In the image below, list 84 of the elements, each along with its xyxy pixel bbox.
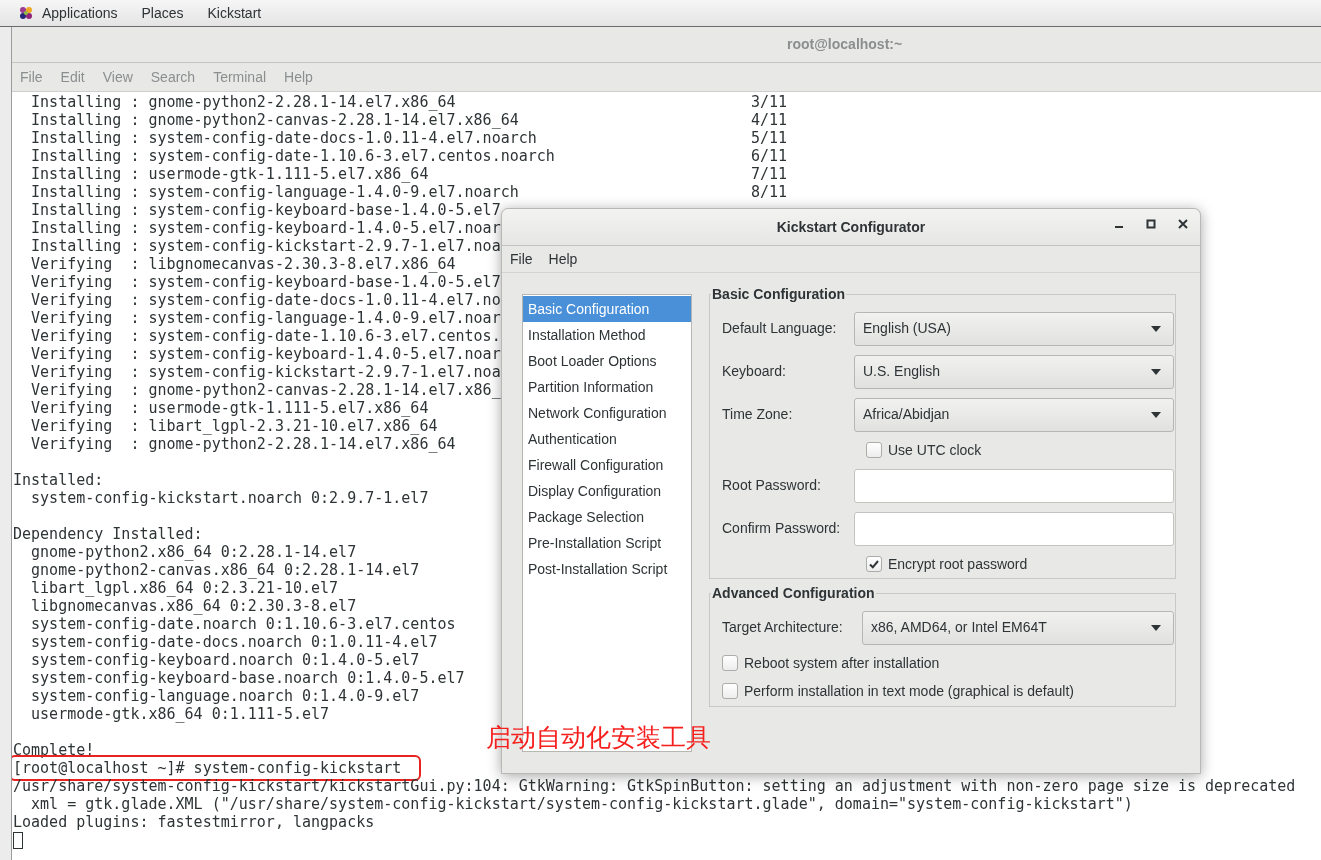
terminal-line: system-config-keyboard-base.noarch 0:1.4.0-5.el7: [30, 669, 465, 687]
terminal-line: Installing : system-config-kickstart-2.9.7-1.el7.noa: [30, 237, 501, 255]
terminal-line: Complete!: [13, 741, 95, 759]
sidebar-item[interactable]: Package Selection: [523, 504, 691, 530]
terminal-line: Verifying : system-config-keyboard-1.4.0-5.el7.noar: [30, 345, 501, 363]
caret-icon: [1151, 624, 1161, 631]
sidebar-item[interactable]: Installation Method: [523, 322, 691, 348]
terminal-line: usermode-gtk.x86_64 0:1.111-5.el7: [30, 705, 330, 723]
terminal-line: Verifying : gnome-python2-canvas-2.28.1-14.el7.x86_: [30, 381, 501, 399]
window-title: Kickstart Configurator: [776, 217, 926, 237]
terminal-line: Verifying : libgnomecanvas-2.30.3-8.el7.x86_64: [30, 255, 456, 273]
terminal-line: system-config-kickstart.noarch 0:2.9.7-1.el7: [30, 489, 429, 507]
terminal-line: Verifying : system-config-date-1.10.6-3.el7.centos.: [30, 327, 501, 345]
checkbox[interactable]: [866, 442, 882, 458]
terminal-line: system-config-date-docs.noarch 0:1.0.11-4.el7: [30, 633, 438, 651]
terminal-line: Installing : system-config-keyboard-1.4.0-5.el7.noar: [30, 219, 501, 237]
terminal-line: libart_lgpl.x86_64 0:2.3.21-10.el7: [30, 579, 339, 597]
terminal-line: Installing : system-config-date-docs-1.0.11-4.el7.noarch: [30, 129, 537, 147]
terminal-line: Loaded plugins: fastestmirror, langpacks: [13, 813, 375, 831]
sidebar-item[interactable]: Boot Loader Options: [523, 348, 691, 374]
checkmark-icon: [868, 558, 880, 570]
password-field[interactable]: [854, 468, 1174, 503]
terminal-line: Installed:: [13, 471, 104, 489]
terminal-line: gnome-python2-canvas.x86_64 0:2.28.1-14.el7: [30, 561, 420, 579]
flower-logo-icon: [18, 5, 34, 21]
caret-icon: [1151, 368, 1161, 375]
sidebar-item[interactable]: Display Configuration: [523, 478, 691, 504]
annotation-text: 启动自动化安装工具: [486, 722, 711, 754]
terminal-line: Verifying : system-config-kickstart-2.9.7-1.el7.noa: [30, 363, 501, 381]
dropdown[interactable]: U.S. English: [854, 354, 1174, 389]
sidebar-item[interactable]: Authentication: [523, 426, 691, 452]
dropdown[interactable]: English (USA): [854, 311, 1174, 346]
terminal-line: Verifying : gnome-python2-2.28.1-14.el7.x86_64: [30, 435, 456, 453]
field-label: Default Language:: [722, 319, 838, 338]
terminal-line: libgnomecanvas.x86_64 0:2.30.3-8.el7: [30, 597, 357, 615]
sidebar-item[interactable]: Pre-Installation Script: [523, 530, 691, 556]
field-label: Time Zone:: [722, 405, 794, 424]
terminal-line: Installing : system-config-keyboard-base-1.4.0-5.el7: [30, 201, 501, 219]
checkbox[interactable]: [722, 683, 738, 699]
checkbox-label: Use UTC clock: [888, 440, 982, 460]
terminal-line: system-config-keyboard.noarch 0:1.4.0-5.el7: [30, 651, 420, 669]
terminal-line: Dependency Installed:: [13, 525, 203, 543]
close-icon[interactable]: [1178, 219, 1188, 229]
dropdown[interactable]: Africa/Abidjan: [854, 397, 1174, 432]
terminal-line: gnome-python2.x86_64 0:2.28.1-14.el7: [30, 543, 357, 561]
top-menu-item[interactable]: Places: [141, 2, 184, 24]
dropdown[interactable]: x86, AMD64, or Intel EM64T: [862, 610, 1174, 645]
terminal-line: Installing : usermode-gtk-1.111-5.el7.x86_64: [30, 165, 429, 183]
checkbox-label: Encrypt root password: [888, 554, 1028, 574]
terminal-line: Verifying : system-config-date-docs-1.0.11-4.el7.no: [30, 291, 501, 309]
password-field[interactable]: [854, 511, 1174, 546]
terminal-line: system-config-language.noarch 0:1.4.0-9.el7: [30, 687, 420, 705]
terminal-cursor: [13, 831, 23, 849]
terminal-line: Installing : system-config-date-1.10.6-3.el7.centos.noarch: [30, 147, 555, 165]
caret-icon: [1151, 325, 1161, 332]
terminal-line: system-config-date.noarch 0:1.10.6-3.el7.centos: [30, 615, 456, 633]
maximize-icon[interactable]: [1146, 219, 1156, 229]
checkbox-label: Reboot system after installation: [744, 653, 940, 673]
terminal-line: Installing : gnome-python2-canvas-2.28.1-14.el7.x86_64: [30, 111, 519, 129]
checkbox-label: Perform installation in text mode (graphical is default): [744, 681, 1074, 701]
field-label: Root Password:: [722, 476, 822, 495]
sidebar-item[interactable]: Post-Installation Script: [523, 556, 691, 582]
menu-item[interactable]: Help: [548, 248, 578, 270]
window-title: root@localhost:~: [787, 35, 903, 54]
field-label: Keyboard:: [722, 362, 787, 381]
field-label: Target Architecture:: [722, 618, 844, 637]
sidebar-item[interactable]: Network Configuration: [523, 400, 691, 426]
caret-icon: [1151, 411, 1161, 418]
menu-item[interactable]: File: [510, 248, 533, 270]
top-menu-item[interactable]: Applications: [42, 2, 118, 24]
checkbox[interactable]: [722, 655, 738, 671]
terminal-line: /usr/share/system-config-kickstart/kickstartGui.py:104: GtkWarning: GtkSpinButton: setting an adjustment with non-zero page size is deprecated: [13, 777, 1296, 795]
terminal-line: xml = gtk.glade.XML ("/usr/share/system-config-kickstart/system-config-kickstart.glade", domain="system-config-kickstart"): [30, 795, 1133, 813]
field-label: Confirm Password:: [722, 519, 842, 538]
checkbox[interactable]: [866, 556, 882, 572]
terminal-line: Installing : gnome-python2-2.28.1-14.el7.x86_64: [30, 93, 456, 111]
terminal-line: Verifying : libart_lgpl-2.3.21-10.el7.x86_64: [30, 417, 438, 435]
terminal-line: Verifying : usermode-gtk-1.111-5.el7.x86_64: [30, 399, 429, 417]
terminal-line: Verifying : system-config-language-1.4.0-9.el7.noar: [30, 309, 501, 327]
sidebar-item[interactable]: Partition Information: [523, 374, 691, 400]
top-menu-item[interactable]: Kickstart: [207, 2, 262, 24]
terminal-line: Verifying : system-config-keyboard-base-1.4.0-5.el7: [30, 273, 501, 291]
sidebar-item[interactable]: Firewall Configuration: [523, 452, 691, 478]
terminal-line: Installing : system-config-language-1.4.0-9.el7.noarch: [30, 183, 519, 201]
